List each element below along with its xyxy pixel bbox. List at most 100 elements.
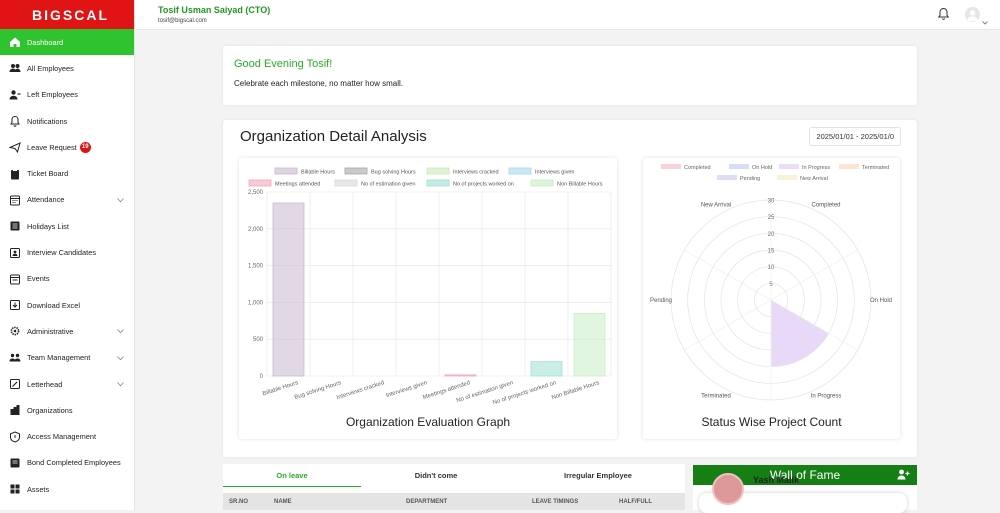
polar-category-label: Completed	[811, 203, 840, 209]
sidebar-item-access-management[interactable]: Access Management	[0, 423, 134, 449]
x-tick-label: Interviews cracked	[336, 380, 385, 401]
sidebar-item-label: Bond Completed Employees	[27, 458, 121, 468]
tab-irregular-employee[interactable]: Irregular Employee	[511, 464, 685, 487]
legend-item-no-of-projects-worked-on[interactable]: No of projects worked on	[426, 179, 514, 188]
sidebar-item-label: Interview Candidates	[27, 248, 97, 258]
y-tick-label: 2,000	[248, 227, 264, 233]
legend-item-new-arrival[interactable]: New Arrival	[777, 175, 828, 182]
greeting-subtitle: Celebrate each milestone, no matter how …	[234, 79, 403, 88]
grid-icon	[9, 483, 21, 495]
chevron-down-icon[interactable]	[117, 354, 124, 363]
legend-label: Interviews cracked	[453, 170, 499, 176]
bar-no-of-projects-worked-on[interactable]	[530, 361, 563, 377]
sidebar-item-all-employees[interactable]: All Employees	[0, 55, 134, 81]
user-avatar[interactable]	[965, 7, 980, 22]
evaluation-chart-card: Billable Hours Bug solving Hours Interview…	[239, 158, 617, 439]
sidebar-item-organizations[interactable]: Organizations	[0, 397, 134, 423]
radial-tick-label: 25	[768, 215, 775, 221]
radial-spoke	[684, 299, 772, 351]
sidebar-item-ticket-board[interactable]: Ticket Board	[0, 160, 134, 186]
chevron-down-icon[interactable]	[117, 380, 124, 389]
sidebar-item-label: Ticket Board	[27, 169, 69, 179]
legend-item-meetings-attended[interactable]: Meetings attended	[248, 179, 320, 188]
legend-label: Meetings attended	[275, 182, 320, 188]
leave-request-count-badge: 19	[79, 141, 91, 153]
tab-on-leave[interactable]: On leave	[223, 464, 361, 487]
sidebar-item-dashboard[interactable]: Dashboard	[0, 29, 134, 56]
legend-item-non-billable-hours[interactable]: Non Billable Hours	[530, 179, 603, 188]
add-user-icon[interactable]	[897, 469, 910, 483]
sidebar-item-attendance[interactable]: Attendance	[0, 187, 134, 213]
greeting-card: Good Evening Tosif! Celebrate each miles…	[223, 46, 917, 105]
user-minus-icon	[9, 89, 21, 101]
legend-item-interviews-cracked[interactable]: Interviews cracked	[426, 167, 499, 176]
y-tick-label: 2,500	[248, 190, 264, 196]
sidebar-item-label: Assets	[27, 484, 50, 494]
polar-category-label: In Progress	[811, 393, 842, 399]
calendar-icon	[9, 194, 21, 206]
legend-item-on-hold[interactable]: On Hold	[729, 164, 772, 171]
wall-of-fame-avatar	[712, 473, 744, 505]
polar-category-label: On Hold	[870, 298, 892, 304]
download-icon	[9, 299, 21, 311]
y-tick-label: 1,000	[248, 300, 264, 306]
sidebar: BIGSCAL Dashboard All Employees Left Emplo…	[0, 0, 135, 510]
sidebar-item-label: Organizations	[27, 405, 73, 415]
legend-label: Completed	[684, 165, 711, 171]
y-tick-label: 500	[253, 337, 264, 343]
sidebar-nav: Dashboard All Employees Left Employees Noti…	[0, 29, 134, 502]
sidebar-item-interview-candidates[interactable]: Interview Candidates	[0, 239, 134, 265]
document-icon	[9, 457, 21, 469]
evaluation-bar-chart: Billable Hours Bug solving Hours Interview…	[248, 167, 612, 406]
chevron-down-icon[interactable]	[117, 327, 124, 336]
bell-icon	[9, 115, 21, 127]
legend-item-interviews-given[interactable]: Interviews given	[508, 167, 574, 176]
bar-non-billable-hours[interactable]	[573, 313, 606, 377]
sidebar-item-label: Letterhead	[27, 379, 63, 389]
shield-icon	[9, 431, 21, 443]
legend-item-bug-solving-hours[interactable]: Bug solving Hours	[344, 167, 416, 176]
user-email: tosif@bigscal.com	[158, 18, 207, 24]
notification-bell-icon[interactable]	[937, 7, 950, 26]
sidebar-item-label: Dashboard	[27, 37, 64, 47]
legend-item-pending[interactable]: Pending	[717, 175, 760, 182]
bar-billable-hours[interactable]	[272, 202, 305, 377]
sidebar-item-left-employees[interactable]: Left Employees	[0, 82, 134, 108]
calendar-event-icon	[9, 273, 21, 285]
sidebar-item-notifications[interactable]: Notifications	[0, 108, 134, 134]
users-icon	[9, 62, 21, 74]
sidebar-item-bond-completed-employees[interactable]: Bond Completed Employees	[0, 450, 134, 476]
legend-item-completed[interactable]: Completed	[661, 164, 711, 171]
chevron-down-icon[interactable]	[117, 196, 124, 205]
wall-of-fame-person-name: Yash Malik	[753, 475, 800, 485]
sidebar-item-download-excel[interactable]: Download Excel	[0, 292, 134, 318]
legend-item-terminated[interactable]: Terminated	[839, 164, 889, 171]
legend-label: No of projects worked on	[453, 182, 514, 188]
sidebar-item-letterhead[interactable]: Letterhead	[0, 371, 134, 397]
legend-item-no-of-estimation-given[interactable]: No of estimation given	[334, 179, 415, 188]
sidebar-item-assets[interactable]: Assets	[0, 476, 134, 502]
legend-item-billable-hours[interactable]: Billable Hours	[274, 167, 335, 176]
y-tick-label: 0	[260, 374, 264, 380]
avatar-chevron-down-icon[interactable]	[982, 12, 988, 30]
sidebar-item-label: Access Management	[27, 432, 97, 442]
sidebar-item-label: Download Excel	[27, 300, 80, 310]
sidebar-item-label: Administrative	[27, 326, 74, 336]
sidebar-item-team-management[interactable]: Team Management	[0, 345, 134, 371]
radial-spoke	[770, 249, 858, 301]
sidebar-item-events[interactable]: Events	[0, 266, 134, 292]
bar-meetings-attended[interactable]	[444, 374, 477, 377]
home-icon	[9, 36, 21, 48]
app-logo[interactable]: BIGSCAL	[0, 0, 134, 29]
date-range-picker[interactable]: 2025/01/01 - 2025/01/0	[809, 127, 901, 146]
sidebar-item-label: Left Employees	[27, 90, 78, 100]
sidebar-item-label: All Employees	[27, 63, 74, 73]
tab-didnt-come[interactable]: Didn't come	[361, 464, 511, 487]
sidebar-item-holidays-list[interactable]: Holidays List	[0, 213, 134, 239]
sidebar-item-label: Team Management	[27, 353, 91, 363]
gear-icon	[9, 325, 21, 337]
sidebar-item-label: Events	[27, 274, 50, 284]
sidebar-item-administrative[interactable]: Administrative	[0, 318, 134, 344]
sidebar-item-leave-request[interactable]: Leave Request 19	[0, 134, 134, 160]
legend-item-in-progress[interactable]: In Progress	[779, 164, 830, 171]
